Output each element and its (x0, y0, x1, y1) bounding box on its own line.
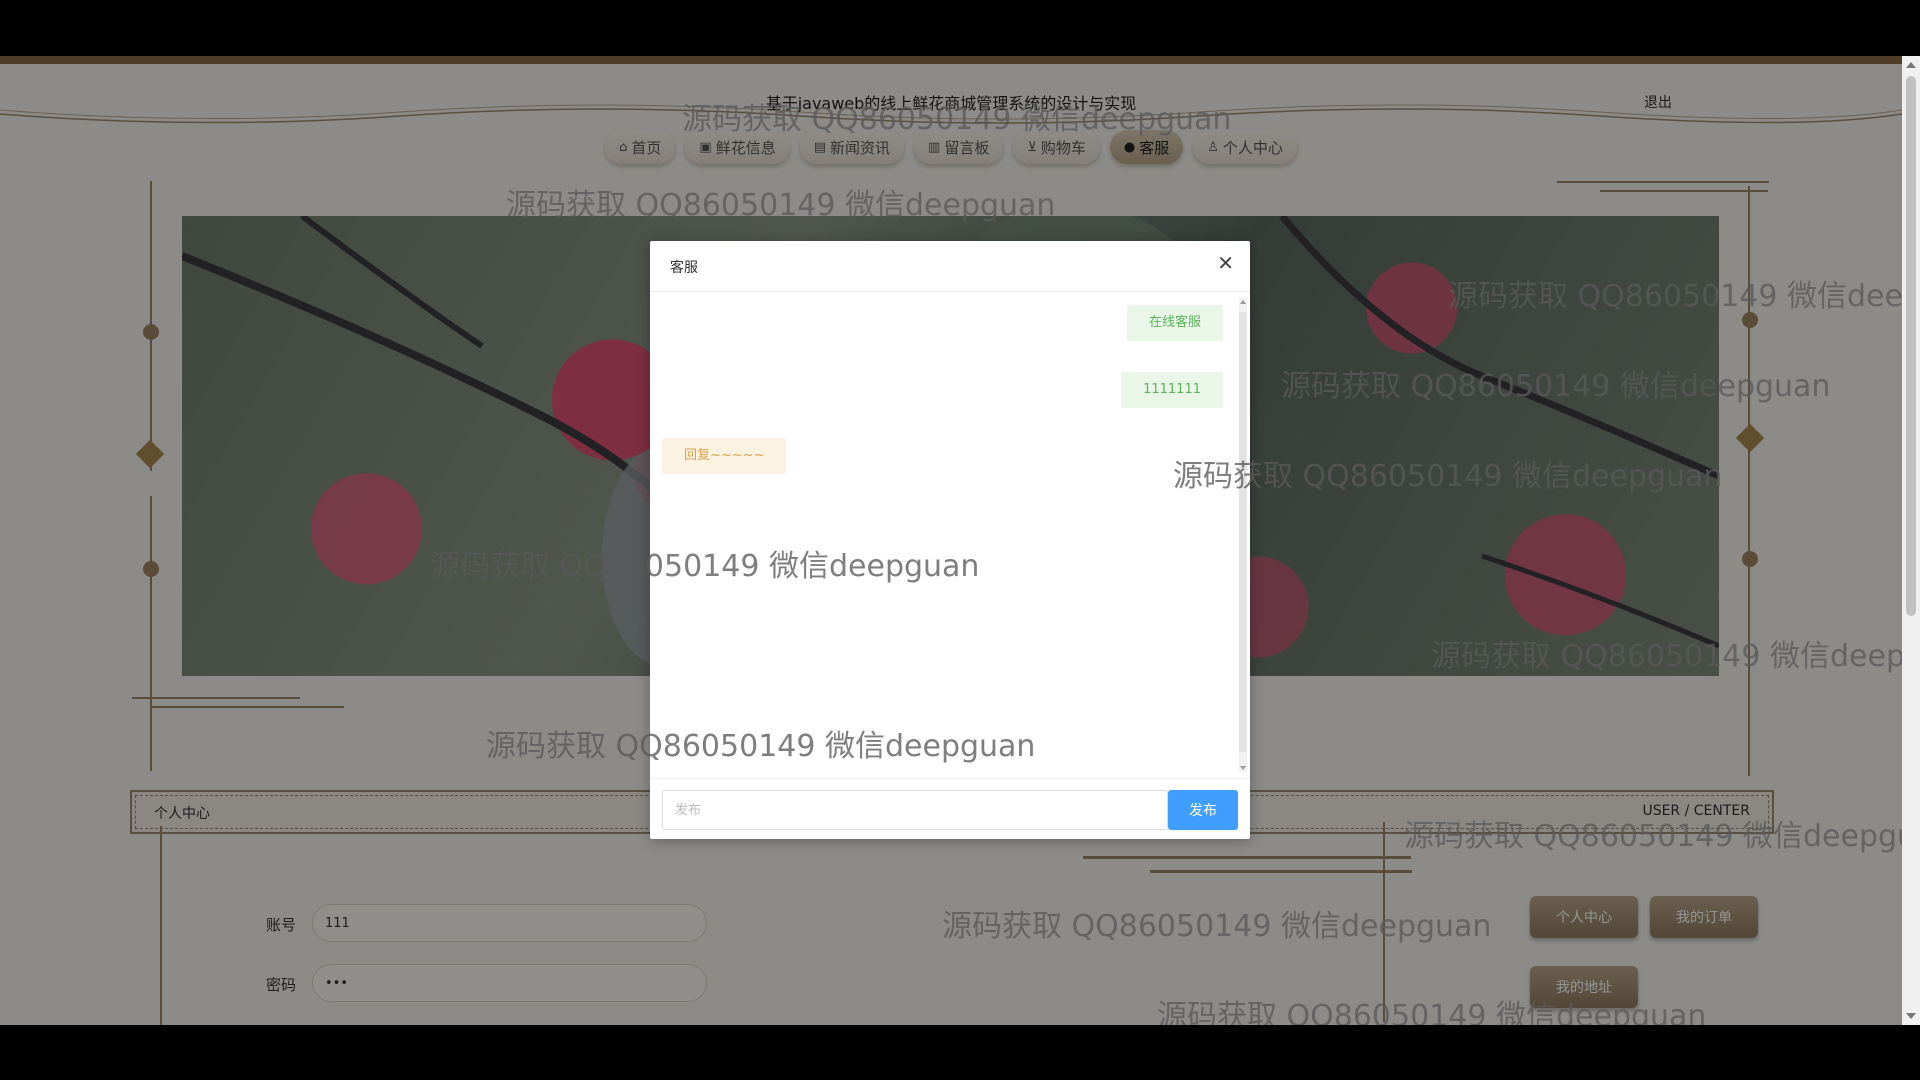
chat-message-reply: 回复~~~~~ (662, 438, 787, 474)
send-button[interactable]: 发布 (1168, 790, 1238, 830)
screen: 基于javaweb的线上鲜花商城管理系统的设计与实现 退出 ⌂ 首页 ▣ 鲜花信… (0, 0, 1920, 1080)
scroll-down-arrow-icon[interactable] (1906, 1013, 1916, 1019)
page-scroll-thumb[interactable] (1906, 76, 1916, 616)
browser-viewport: 基于javaweb的线上鲜花商城管理系统的设计与实现 退出 ⌂ 首页 ▣ 鲜花信… (0, 56, 1902, 1025)
chat-scrollbar[interactable] (1239, 298, 1247, 772)
chat-message-mine: 1111111 (1121, 372, 1223, 408)
page-scrollbar[interactable] (1902, 56, 1920, 1025)
scroll-up-arrow-icon[interactable] (1906, 62, 1916, 68)
dialog-title: 客服 (670, 260, 698, 276)
chat-messages: 在线客服 1111111 回复~~~~~ (650, 292, 1250, 778)
close-icon[interactable]: ✕ (1217, 253, 1234, 273)
chat-scroll-thumb[interactable] (1239, 312, 1247, 752)
dialog-footer: 发布 (650, 778, 1250, 840)
chat-message-mine: 在线客服 (1126, 305, 1223, 341)
message-input[interactable] (662, 790, 1168, 830)
scroll-down-arrow-icon[interactable] (1240, 766, 1246, 770)
dialog-header: 客服 ✕ (650, 241, 1250, 292)
customer-service-dialog: 客服 ✕ 在线客服 1111111 回复~~~~~ 发布 (650, 241, 1250, 839)
scroll-up-arrow-icon[interactable] (1240, 300, 1246, 304)
